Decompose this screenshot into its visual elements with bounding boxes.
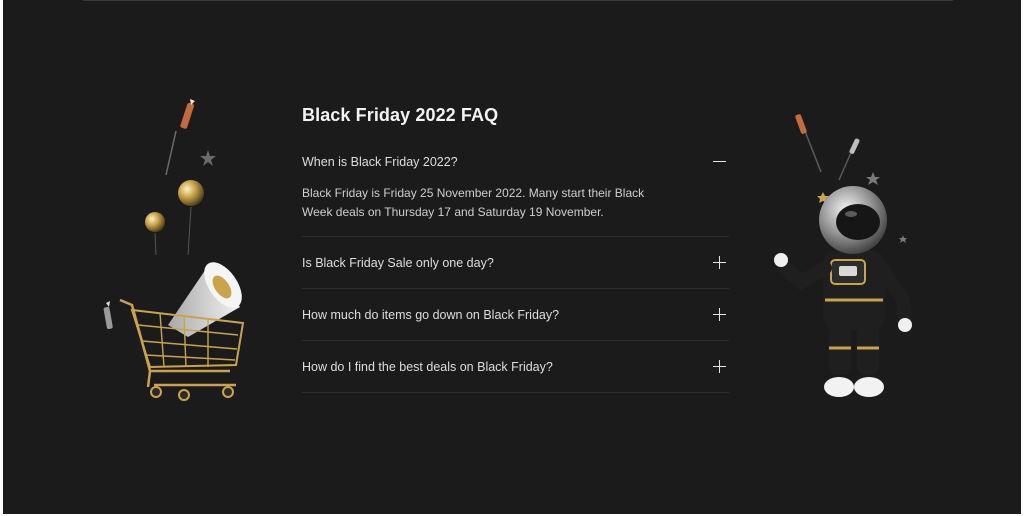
top-divider [83, 0, 953, 1]
minus-icon[interactable] [713, 155, 727, 169]
astronaut-illustration [774, 114, 912, 397]
plus-icon[interactable] [713, 359, 727, 374]
faq-item: When is Black Friday 2022? Black Friday … [302, 146, 729, 237]
star-icon [866, 172, 880, 185]
faq-answer: Black Friday is Friday 25 November 2022.… [302, 186, 645, 219]
faq-item: How do I find the best deals on Black Fr… [302, 341, 729, 393]
faq-question-toggle[interactable]: How much do items go down on Black Frida… [302, 289, 729, 340]
rocket-illustration [165, 99, 195, 176]
faq-question: Is Black Friday Sale only one day? [302, 255, 494, 270]
faq-item: Is Black Friday Sale only one day? [302, 237, 729, 289]
faq-question: How much do items go down on Black Frida… [302, 307, 560, 322]
page-frame: Black Friday 2022 FAQ When is Black Frid… [3, 0, 1021, 514]
star-icon [200, 150, 216, 166]
faq-item: How much do items go down on Black Frida… [302, 289, 729, 341]
faq-question-toggle[interactable]: When is Black Friday 2022? [302, 146, 729, 182]
faq-question: When is Black Friday 2022? [302, 155, 458, 169]
faq-list: When is Black Friday 2022? Black Friday … [302, 146, 729, 393]
faq-section: Black Friday 2022 FAQ When is Black Frid… [302, 105, 729, 393]
faq-question-toggle[interactable]: Is Black Friday Sale only one day? [302, 237, 729, 288]
shopping-cart-illustration [103, 99, 245, 401]
faq-question: How do I find the best deals on Black Fr… [302, 359, 553, 374]
plus-icon[interactable] [713, 307, 727, 322]
faq-question-toggle[interactable]: How do I find the best deals on Black Fr… [302, 341, 729, 392]
balloon-illustration [145, 180, 204, 256]
faq-title: Black Friday 2022 FAQ [302, 105, 499, 125]
plus-icon[interactable] [713, 255, 727, 270]
